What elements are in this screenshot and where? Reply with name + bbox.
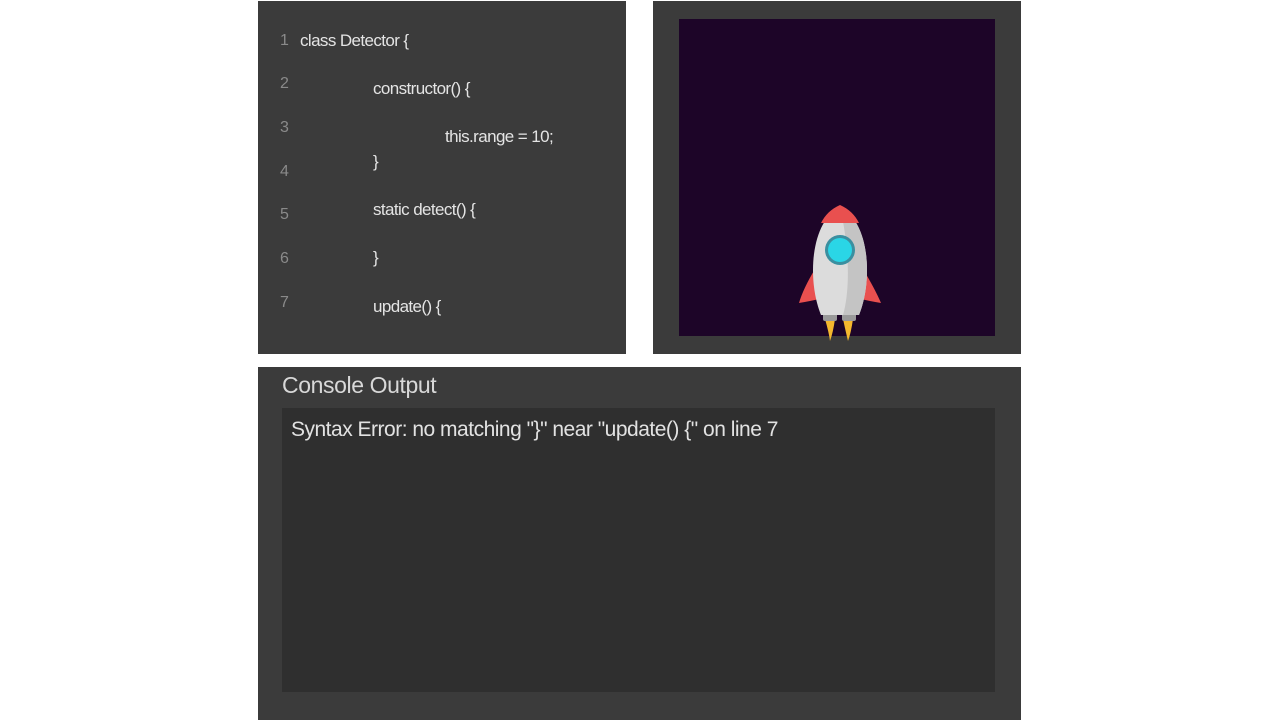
line-number: 2 <box>280 75 289 92</box>
console-panel: Console Output Syntax Error: no matching… <box>258 367 1021 720</box>
line-number: 3 <box>280 119 289 136</box>
code-line[interactable]: } <box>373 248 379 268</box>
line-number: 6 <box>280 250 289 267</box>
code-line[interactable]: update() { <box>373 297 441 317</box>
preview-panel <box>653 1 1021 354</box>
code-line[interactable]: } <box>373 152 379 172</box>
error-message: Syntax Error: no matching "}" near "upda… <box>291 418 778 441</box>
code-editor[interactable]: 1 class Detector { 2 constructor() { 3 t… <box>258 1 626 354</box>
rocket-icon <box>799 205 881 341</box>
game-canvas[interactable] <box>679 19 995 341</box>
code-line[interactable]: this.range = 10; <box>445 127 554 147</box>
console-output[interactable]: Syntax Error: no matching "}" near "upda… <box>282 408 995 692</box>
code-line[interactable]: static detect() { <box>373 200 476 220</box>
line-number: 5 <box>280 206 289 223</box>
line-number: 7 <box>280 294 289 311</box>
line-number: 1 <box>280 32 289 49</box>
code-line[interactable]: class Detector { <box>300 31 409 51</box>
line-number: 4 <box>280 163 289 180</box>
console-title: Console Output <box>282 372 437 398</box>
code-line[interactable]: constructor() { <box>373 79 470 99</box>
